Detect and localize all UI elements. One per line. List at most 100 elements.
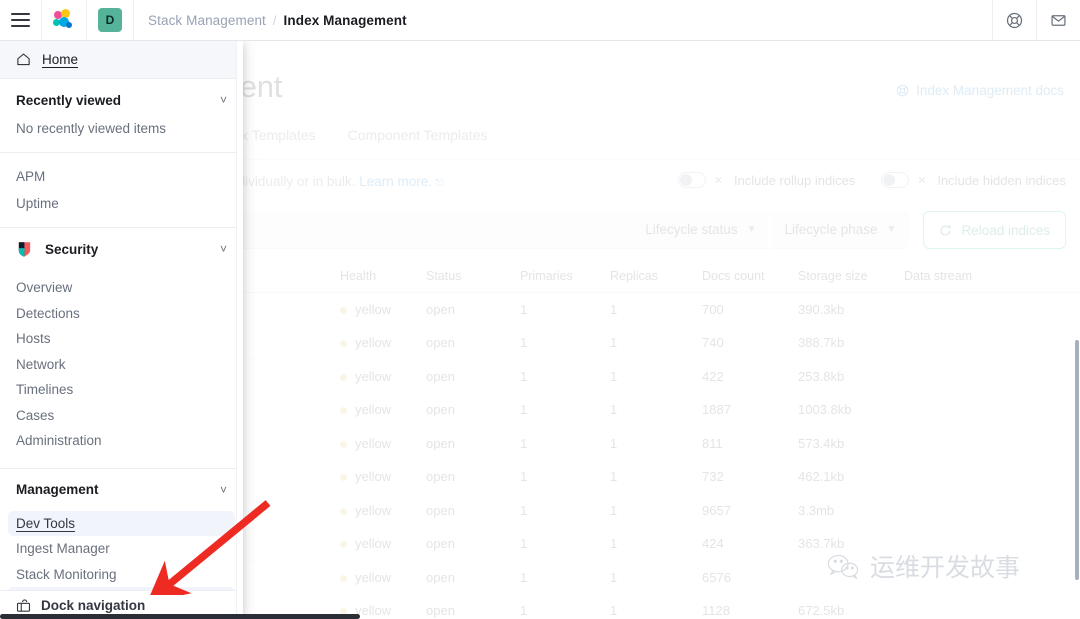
sidebar-item-overview[interactable]: Overview (0, 275, 243, 301)
health-value: yellow (340, 570, 426, 585)
health-value: yellow (340, 402, 426, 417)
section-recently-viewed[interactable]: Recently viewed ˅ (0, 79, 243, 121)
sidebar-item-stack-monitoring[interactable]: Stack Monitoring (0, 562, 243, 588)
home-icon (17, 53, 30, 66)
chevron-down-icon: ▼ (746, 224, 757, 235)
replicas-value: 1 (610, 402, 618, 418)
breadcrumb-stack-management[interactable]: Stack Management (148, 13, 266, 28)
primaries-value: 1 (520, 335, 528, 351)
elastic-logo-icon (53, 9, 75, 31)
sidebar-item-timelines[interactable]: Timelines (0, 377, 243, 403)
primaries-value: 1 (520, 402, 528, 418)
health-status-dot (340, 440, 347, 448)
column-header-docs-count[interactable]: Docs count (702, 269, 798, 283)
filter-label: Lifecycle status (645, 222, 738, 237)
chevron-down-icon: ▼ (886, 224, 897, 235)
status-value: open (426, 569, 455, 585)
section-security[interactable]: Security ˅ (0, 228, 243, 270)
chevron-down-icon[interactable]: ˅ (220, 242, 227, 256)
replicas-value: 1 (610, 569, 618, 585)
section-management[interactable]: Management ˅ (0, 469, 243, 511)
help-life-ring-icon (1006, 12, 1023, 28)
replicas-value: 1 (610, 301, 618, 317)
filter-lifecycle-status[interactable]: Lifecycle status ▼ (632, 211, 770, 249)
content-scroll-track[interactable] (236, 41, 243, 619)
primaries-value: 1 (520, 301, 528, 317)
docs-count-value: 424 (702, 536, 724, 552)
sidebar-item-home[interactable]: Home (0, 41, 243, 79)
health-value: yellow (340, 369, 426, 384)
sidebar-item-hosts[interactable]: Hosts (0, 326, 243, 352)
index-management-docs-link[interactable]: Index Management docs (896, 83, 1064, 98)
reload-button-label: Reload indices (961, 222, 1050, 238)
health-status-dot (340, 541, 347, 549)
tab-component-templates[interactable]: Component Templates (348, 127, 488, 153)
breadcrumb-index-management[interactable]: Index Management (284, 13, 407, 28)
health-status-dot (340, 474, 347, 482)
docs-link-label: Index Management docs (916, 83, 1064, 98)
chevron-down-icon[interactable]: ˅ (220, 483, 227, 497)
docs-count-value: 700 (702, 301, 724, 317)
wechat-icon (827, 554, 859, 579)
toggle-switch[interactable] (881, 172, 910, 188)
header-actions (992, 0, 1080, 40)
health-status-dot (340, 373, 347, 381)
storage-size-value: 3.3mb (798, 502, 835, 518)
storage-size-value: 390.3kb (798, 301, 845, 317)
dock-navigation-label: Dock navigation (41, 598, 146, 613)
flyout-scrollbar[interactable] (1075, 340, 1079, 580)
column-header-primaries[interactable]: Primaries (520, 269, 610, 283)
toggle-include-rollup-indices[interactable]: ✕ Include rollup indices (677, 172, 856, 188)
replicas-value: 1 (610, 536, 618, 552)
toggle-switch[interactable] (677, 172, 706, 188)
filter-lifecycle-phase[interactable]: Lifecycle phase ▼ (771, 211, 910, 249)
column-header-storage-size[interactable]: Storage size (798, 269, 904, 283)
replicas-value: 1 (610, 368, 618, 384)
health-value: yellow (340, 335, 426, 350)
sidebar-item-ingest-manager[interactable]: Ingest Manager (0, 536, 243, 562)
reload-indices-button[interactable]: Reload indices (923, 211, 1066, 249)
column-header-status[interactable]: Status (426, 269, 520, 283)
status-value: open (426, 435, 455, 451)
sidebar-item-uptime[interactable]: Uptime (0, 190, 243, 217)
filter-label: Lifecycle phase (784, 222, 878, 237)
docs-count-value: 740 (702, 335, 724, 351)
docs-count-value: 1887 (702, 402, 731, 418)
sidebar-item-administration[interactable]: Administration (0, 428, 243, 454)
column-header-data-stream[interactable]: Data stream (904, 269, 1014, 283)
elastic-logo-button[interactable] (42, 0, 87, 40)
horizontal-scrollbar[interactable] (0, 613, 1080, 619)
global-header: D Stack Management / Index Management (0, 0, 1080, 41)
sidebar-item-network[interactable]: Network (0, 352, 243, 378)
nav-menu-button[interactable] (0, 0, 42, 40)
chevron-down-icon[interactable]: ˅ (220, 93, 227, 107)
sidebar-item-detections[interactable]: Detections (0, 301, 243, 327)
status-value: open (426, 301, 455, 317)
sidebar-item-dev-tools[interactable]: Dev Tools (8, 510, 235, 536)
storage-size-value: 253.8kb (798, 368, 845, 384)
health-status-dot (340, 306, 347, 314)
status-value: open (426, 536, 455, 552)
column-header-health[interactable]: Health (340, 269, 426, 283)
hamburger-menu-icon (11, 13, 30, 27)
health-value: yellow (340, 536, 426, 551)
dock-navigation-icon (16, 598, 31, 612)
sidebar-item-cases[interactable]: Cases (0, 403, 243, 429)
space-switcher-button[interactable]: D (87, 0, 134, 40)
space-avatar: D (98, 8, 122, 32)
sidebar-item-apm[interactable]: APM (0, 163, 243, 190)
docs-count-value: 811 (702, 435, 723, 451)
external-link-icon: ⎋ (435, 178, 444, 189)
toggle-label: Include rollup indices (733, 172, 856, 188)
help-life-ring-icon (896, 84, 909, 97)
help-button[interactable] (992, 0, 1036, 40)
column-header-replicas[interactable]: Replicas (610, 269, 702, 283)
docs-count-value: 6576 (702, 569, 731, 585)
replicas-value: 1 (610, 502, 618, 518)
status-value: open (426, 469, 455, 485)
docs-count-value: 732 (702, 469, 724, 485)
learn-more-link[interactable]: Learn more. (359, 174, 432, 189)
storage-size-value: 573.4kb (798, 435, 845, 451)
news-feed-button[interactable] (1036, 0, 1080, 40)
toggle-include-hidden-indices[interactable]: ✕ Include hidden indices (881, 172, 1066, 188)
